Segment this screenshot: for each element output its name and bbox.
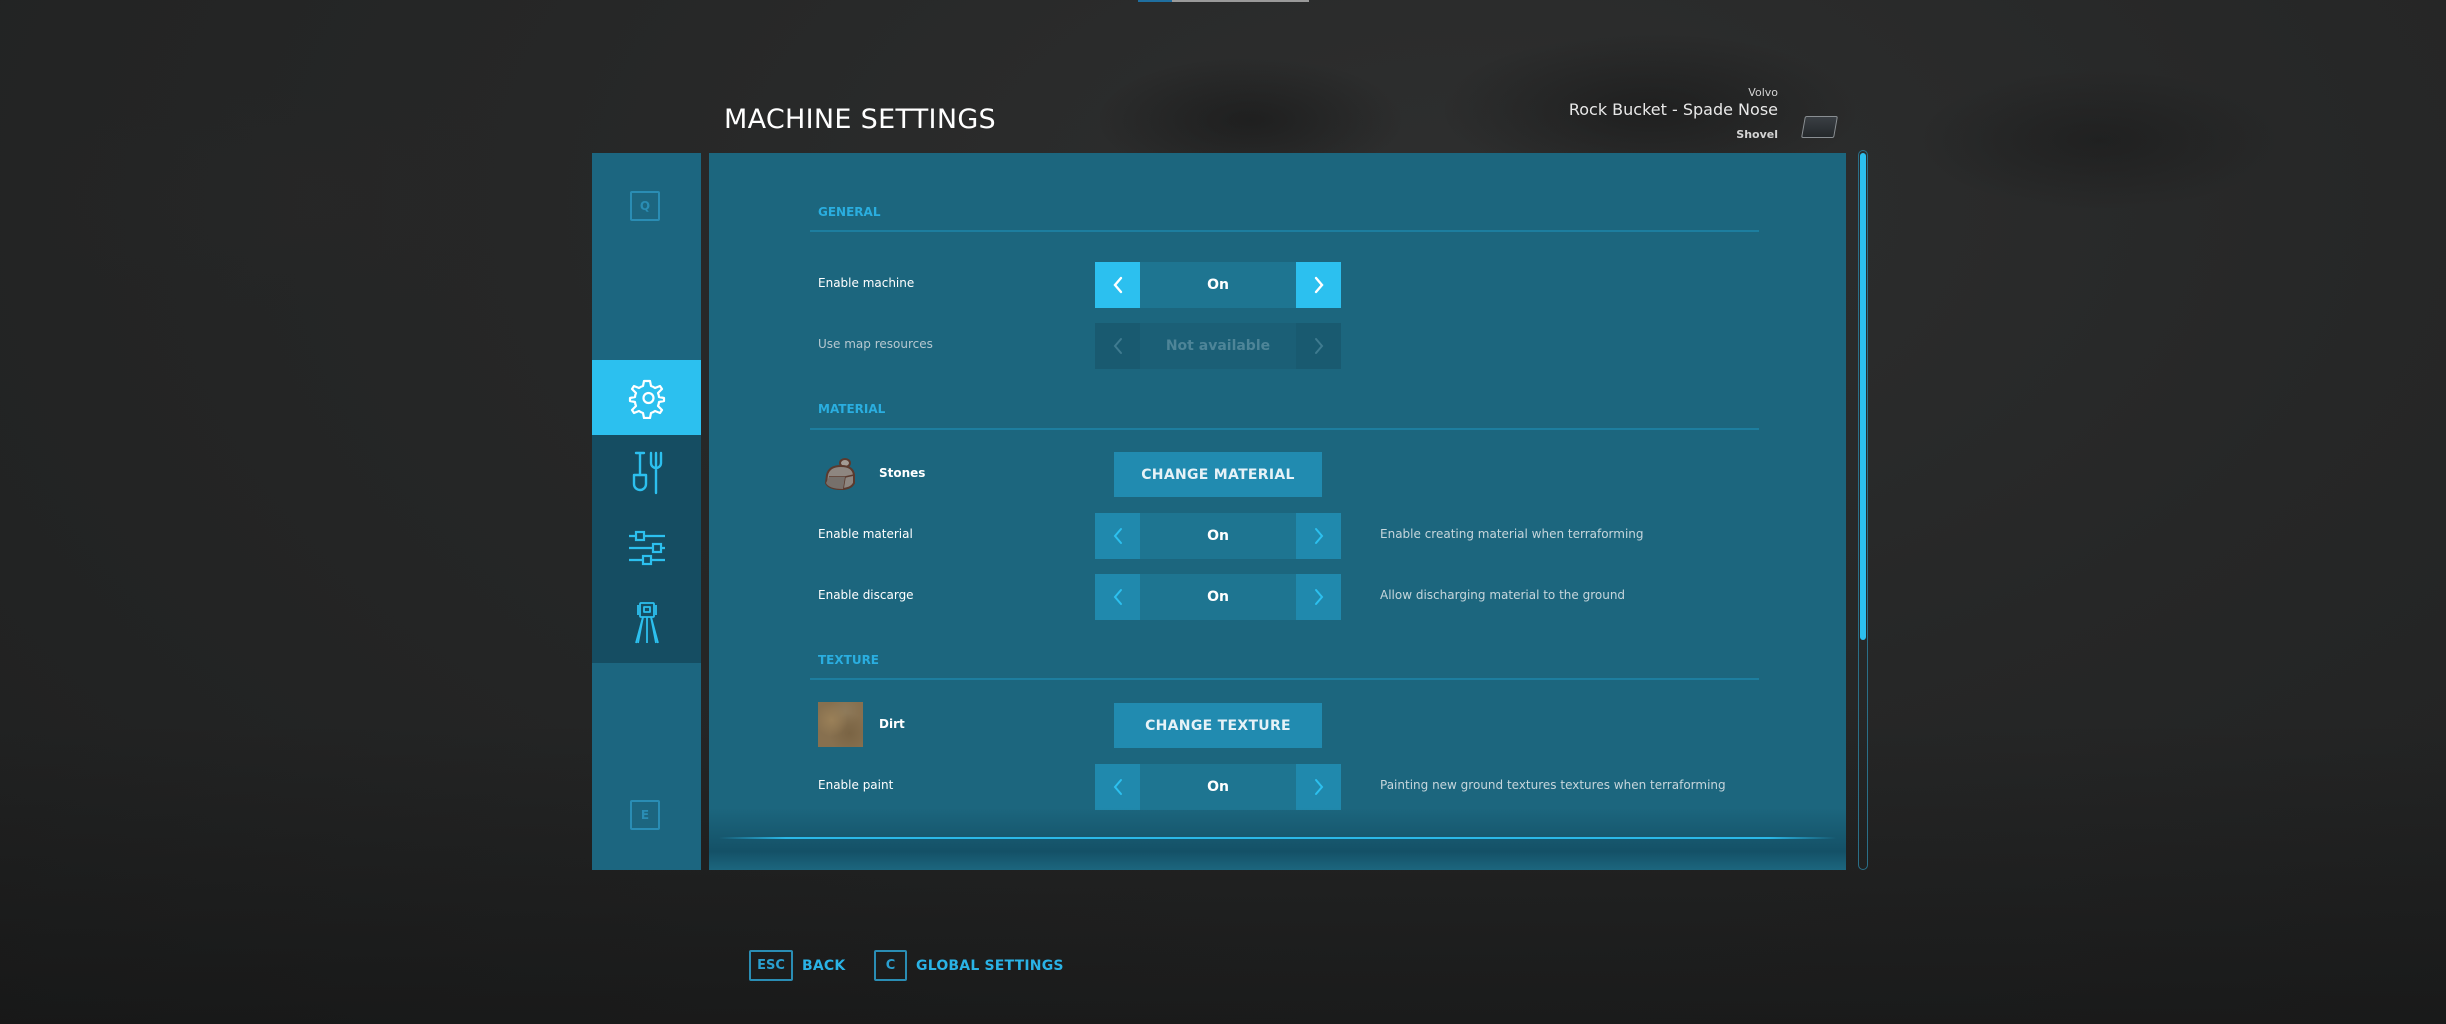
enable-discharge-value: On [1140, 574, 1296, 620]
use-map-resources-selector: Not available [1095, 323, 1341, 369]
chevron-right-icon [1314, 528, 1323, 544]
section-divider [810, 230, 1759, 232]
enable-machine-label: Enable machine [818, 276, 915, 290]
scroll-fade [709, 808, 1846, 870]
shovel-fork-icon [627, 450, 667, 496]
current-material-name: Stones [879, 466, 926, 480]
enable-material-description: Enable creating material when terraformi… [1380, 527, 1644, 541]
scrollbar[interactable] [1858, 150, 1868, 870]
chevron-right-icon [1314, 589, 1323, 605]
enable-paint-description: Painting new ground textures textures wh… [1380, 778, 1726, 792]
next-tab-key-e[interactable]: E [630, 800, 660, 830]
page-title: MACHINE SETTINGS [724, 104, 996, 135]
top-progress-fill [1138, 0, 1173, 2]
survey-tripod-icon [632, 600, 662, 646]
back-button[interactable]: ESC BACK [749, 950, 845, 981]
enable-paint-next-button[interactable] [1296, 764, 1341, 810]
current-texture-name: Dirt [879, 717, 905, 731]
section-divider [810, 428, 1759, 430]
enable-material-label: Enable material [818, 527, 913, 541]
use-map-resources-label: Use map resources [818, 337, 933, 351]
enable-paint-prev-button[interactable] [1095, 764, 1140, 810]
enable-discharge-label: Enable discarge [818, 588, 914, 602]
enable-discharge-prev-button[interactable] [1095, 574, 1140, 620]
use-map-resources-next-button [1296, 323, 1341, 369]
gear-icon [626, 377, 668, 419]
top-progress-bar [1138, 0, 1309, 2]
change-texture-button[interactable]: CHANGE TEXTURE [1114, 703, 1322, 748]
machine-name: Rock Bucket - Spade Nose [1568, 100, 1778, 119]
section-header-material: MATERIAL [818, 402, 886, 416]
sliders-icon [626, 528, 668, 568]
chevron-left-icon [1113, 528, 1122, 544]
scrollbar-thumb[interactable] [1860, 153, 1866, 640]
sidebar-tab-surveying[interactable] [592, 585, 701, 660]
enable-material-selector[interactable]: On [1095, 513, 1341, 559]
use-map-resources-value: Not available [1140, 323, 1296, 369]
sidebar: Q E [592, 153, 701, 870]
enable-machine-value: On [1140, 262, 1296, 308]
c-key-badge: C [874, 950, 907, 981]
section-header-texture: TEXTURE [818, 653, 880, 667]
chevron-right-icon [1314, 779, 1323, 795]
enable-material-prev-button[interactable] [1095, 513, 1140, 559]
enable-discharge-description: Allow discharging material to the ground [1380, 588, 1626, 602]
section-divider [810, 678, 1759, 680]
sidebar-tab-adjustments[interactable] [592, 510, 701, 585]
global-settings-label: GLOBAL SETTINGS [916, 957, 1064, 974]
change-material-button[interactable]: CHANGE MATERIAL [1114, 452, 1322, 497]
settings-panel: GENERAL Enable machine On Use map resour… [709, 153, 1846, 870]
stones-icon [824, 458, 855, 491]
enable-paint-label: Enable paint [818, 778, 894, 792]
sidebar-tab-tools[interactable] [592, 435, 701, 510]
chevron-left-icon [1113, 338, 1122, 354]
chevron-left-icon [1113, 779, 1122, 795]
use-map-resources-prev-button [1095, 323, 1140, 369]
enable-discharge-selector[interactable]: On [1095, 574, 1341, 620]
chevron-right-icon [1314, 276, 1324, 294]
machine-info: Volvo Rock Bucket - Spade Nose Shovel [1569, 86, 1778, 141]
enable-material-next-button[interactable] [1296, 513, 1341, 559]
chevron-left-icon [1113, 589, 1122, 605]
sidebar-tab-machine-settings[interactable] [592, 360, 701, 435]
chevron-left-icon [1112, 276, 1122, 294]
enable-paint-value: On [1140, 764, 1296, 810]
enable-paint-selector[interactable]: On [1095, 764, 1341, 810]
enable-discharge-next-button[interactable] [1296, 574, 1341, 620]
machine-type: Shovel [1736, 128, 1778, 141]
machine-brand: Volvo [1748, 86, 1778, 99]
prev-tab-key-q[interactable]: Q [630, 191, 660, 221]
shovel-thumbnail-icon [1801, 116, 1838, 138]
enable-machine-prev-button[interactable] [1095, 262, 1140, 308]
scroll-indicator-line [719, 837, 1836, 839]
dirt-texture-thumbnail [818, 702, 863, 747]
enable-material-value: On [1140, 513, 1296, 559]
enable-machine-selector[interactable]: On [1095, 262, 1341, 308]
global-settings-button[interactable]: C GLOBAL SETTINGS [874, 950, 1064, 981]
chevron-right-icon [1314, 338, 1323, 354]
enable-machine-next-button[interactable] [1296, 262, 1341, 308]
esc-key-badge: ESC [749, 950, 793, 981]
section-header-general: GENERAL [818, 205, 881, 219]
back-label: BACK [802, 957, 846, 974]
